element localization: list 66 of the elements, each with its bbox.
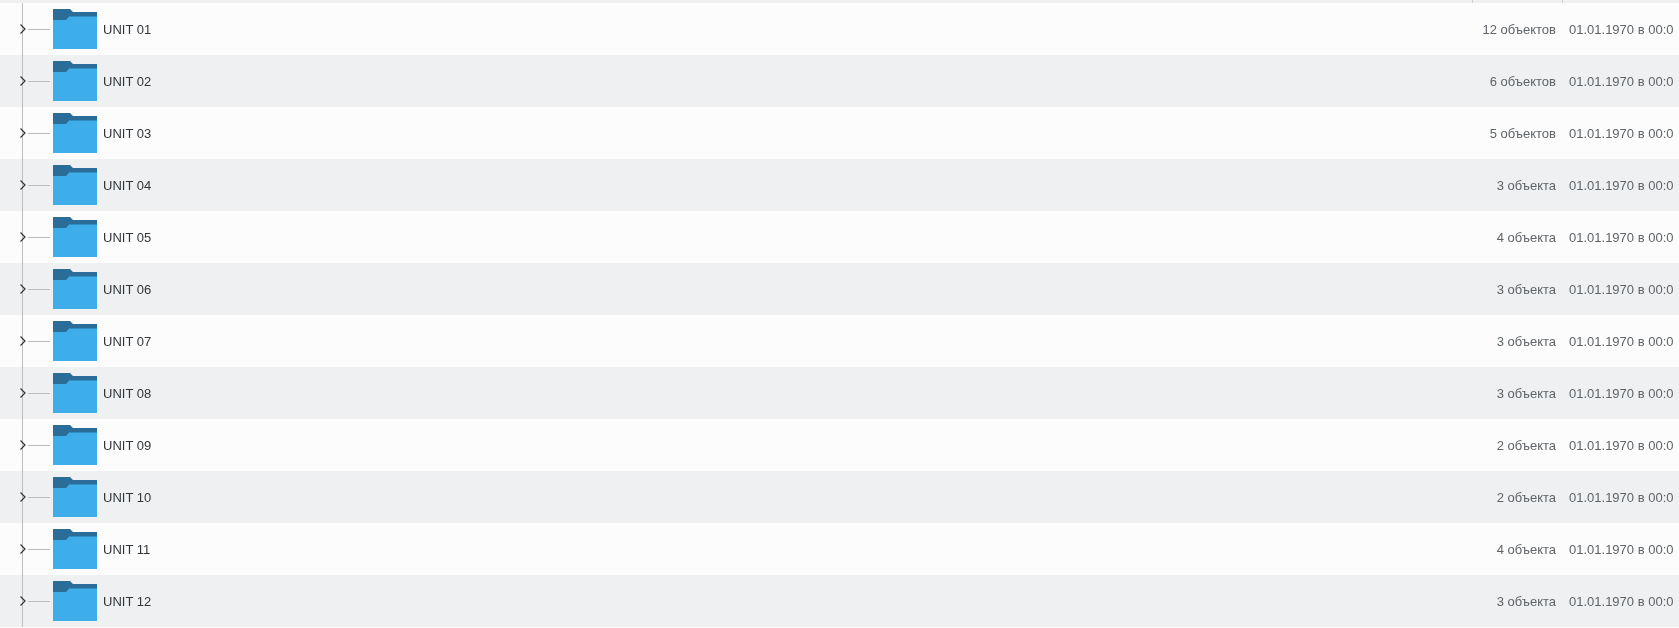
folder-name: UNIT 06 [103, 281, 152, 297]
folder-name: UNIT 08 [103, 385, 152, 401]
item-count: 4 объекта [1496, 541, 1556, 557]
folder-icon [53, 113, 97, 153]
item-count: 2 объекта [1496, 489, 1556, 505]
modified-date: 01.01.1970 в 00:0 [1569, 437, 1674, 453]
folder-row[interactable]: UNIT 12 3 объекта 01.01.1970 в 00:0 [0, 575, 1679, 627]
folder-name: UNIT 03 [103, 125, 152, 141]
item-count: 12 объектов [1482, 21, 1556, 37]
chevron-right-icon[interactable] [20, 596, 26, 606]
modified-date: 01.01.1970 в 00:0 [1569, 281, 1674, 297]
folder-icon [53, 581, 97, 621]
chevron-right-icon[interactable] [20, 440, 26, 450]
chevron-right-icon[interactable] [20, 336, 26, 346]
modified-date: 01.01.1970 в 00:0 [1569, 385, 1674, 401]
modified-date: 01.01.1970 в 00:0 [1569, 489, 1674, 505]
folder-icon [53, 9, 97, 49]
folder-name: UNIT 04 [103, 177, 152, 193]
folder-name: UNIT 10 [103, 489, 152, 505]
folder-name: UNIT 11 [103, 541, 151, 557]
item-count: 3 объекта [1496, 333, 1556, 349]
item-count: 3 объекта [1496, 281, 1556, 297]
item-count: 3 объекта [1496, 593, 1556, 609]
folder-name: UNIT 05 [103, 229, 152, 245]
folder-name: UNIT 12 [103, 593, 152, 609]
chevron-right-icon[interactable] [20, 232, 26, 242]
modified-date: 01.01.1970 в 00:0 [1569, 177, 1674, 193]
modified-date: 01.01.1970 в 00:0 [1569, 333, 1674, 349]
modified-date: 01.01.1970 в 00:0 [1569, 125, 1674, 141]
item-count: 3 объекта [1496, 385, 1556, 401]
folder-row[interactable]: UNIT 02 6 объектов 01.01.1970 в 00:0 [0, 55, 1679, 107]
chevron-right-icon[interactable] [20, 76, 26, 86]
chevron-right-icon[interactable] [20, 544, 26, 554]
item-count: 2 объекта [1496, 437, 1556, 453]
folder-name: UNIT 09 [103, 437, 152, 453]
folder-name: UNIT 07 [103, 333, 152, 349]
modified-date: 01.01.1970 в 00:0 [1569, 73, 1674, 89]
folder-icon [53, 269, 97, 309]
folder-icon [53, 321, 97, 361]
chevron-right-icon[interactable] [20, 24, 26, 34]
folder-icon [53, 165, 97, 205]
folder-row[interactable]: UNIT 08 3 объекта 01.01.1970 в 00:0 [0, 367, 1679, 419]
chevron-right-icon[interactable] [20, 284, 26, 294]
modified-date: 01.01.1970 в 00:0 [1569, 541, 1674, 557]
folder-icon [53, 529, 97, 569]
folder-row[interactable]: UNIT 10 2 объекта 01.01.1970 в 00:0 [0, 471, 1679, 523]
chevron-right-icon[interactable] [20, 180, 26, 190]
folder-name: UNIT 02 [103, 73, 152, 89]
folder-name: UNIT 01 [103, 21, 152, 37]
folder-icon [53, 477, 97, 517]
modified-date: 01.01.1970 в 00:0 [1569, 229, 1674, 245]
item-count: 4 объекта [1496, 229, 1556, 245]
item-count: 3 объекта [1496, 177, 1556, 193]
folder-row[interactable]: UNIT 06 3 объекта 01.01.1970 в 00:0 [0, 263, 1679, 315]
folder-icon [53, 217, 97, 257]
chevron-right-icon[interactable] [20, 492, 26, 502]
folder-row[interactable]: UNIT 04 3 объекта 01.01.1970 в 00:0 [0, 159, 1679, 211]
folder-icon [53, 373, 97, 413]
chevron-right-icon[interactable] [20, 128, 26, 138]
modified-date: 01.01.1970 в 00:0 [1569, 21, 1674, 37]
item-count: 6 объектов [1489, 73, 1556, 89]
folder-icon [53, 425, 97, 465]
chevron-right-icon[interactable] [20, 388, 26, 398]
folder-icon [53, 61, 97, 101]
item-count: 5 объектов [1489, 125, 1556, 141]
modified-date: 01.01.1970 в 00:0 [1569, 593, 1674, 609]
